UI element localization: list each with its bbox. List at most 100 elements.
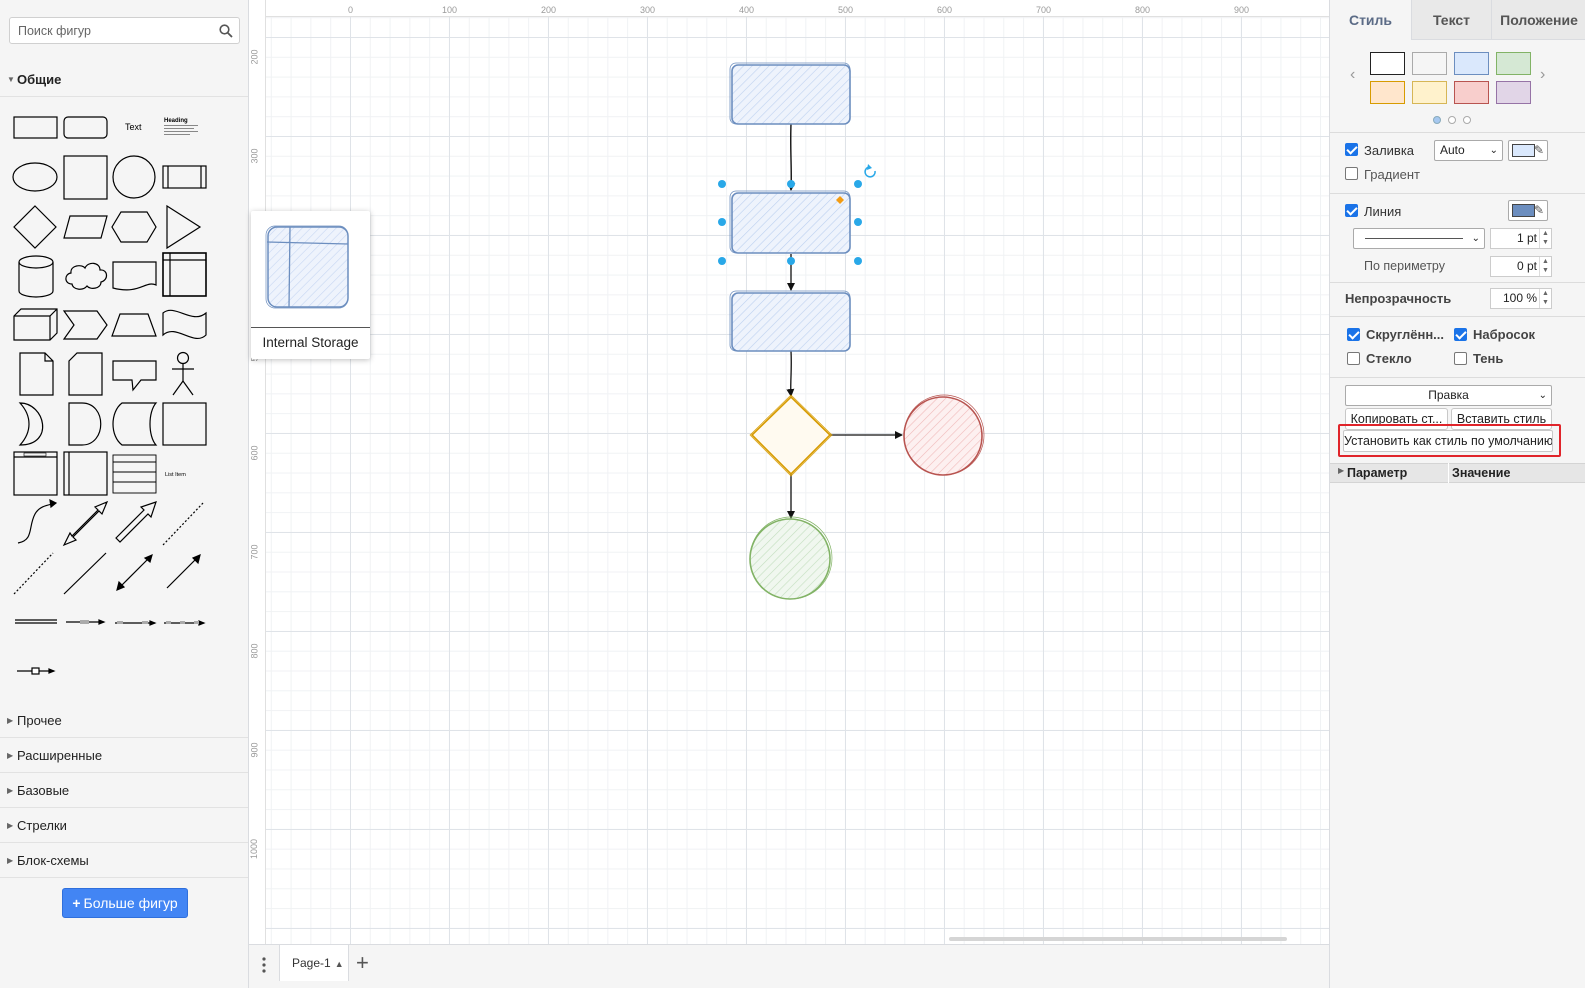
shape-delay[interactable] bbox=[68, 402, 102, 446]
section-basic[interactable]: ▶ Базовые bbox=[0, 773, 248, 808]
line-checkbox[interactable] bbox=[1345, 204, 1358, 217]
chevron-left-icon[interactable]: ‹ bbox=[1350, 66, 1355, 84]
shape-container[interactable] bbox=[13, 451, 58, 496]
decision-diamond[interactable] bbox=[749, 394, 833, 477]
gradient-checkbox[interactable] bbox=[1345, 167, 1358, 180]
swatch-page-dot[interactable] bbox=[1448, 116, 1456, 124]
section-flowchart[interactable]: ▶ Блок-схемы bbox=[0, 843, 248, 878]
shape-bidirectional-connector[interactable] bbox=[116, 553, 153, 592]
shape-document[interactable] bbox=[112, 261, 157, 291]
eyedropper-icon[interactable]: ✎ bbox=[1534, 143, 1544, 157]
fill-checkbox[interactable] bbox=[1345, 143, 1358, 156]
swatch-page-dot[interactable] bbox=[1463, 116, 1471, 124]
shape-single-arrow[interactable] bbox=[115, 501, 157, 543]
line-width-input[interactable]: 1 pt ▲ ▼ bbox=[1490, 228, 1552, 249]
style-swatch-3[interactable] bbox=[1454, 52, 1489, 75]
shape-curved-arrow[interactable] bbox=[17, 502, 57, 544]
shape-search-box[interactable] bbox=[9, 17, 240, 44]
line-color-picker[interactable]: ✎ bbox=[1508, 200, 1548, 221]
page-tab[interactable]: Page-1 ▲ bbox=[279, 945, 349, 981]
spinner-arrows-icon[interactable]: ▲ ▼ bbox=[1539, 257, 1551, 276]
fill-color-picker[interactable]: ✎ bbox=[1508, 140, 1548, 161]
tab-text[interactable]: Текст bbox=[1411, 0, 1491, 40]
section-arrows[interactable]: ▶ Стрелки bbox=[0, 808, 248, 843]
shape-data-storage[interactable] bbox=[112, 402, 158, 446]
horizontal-scrollbar[interactable] bbox=[949, 937, 1287, 941]
section-general[interactable]: ▼ Общие bbox=[0, 62, 248, 97]
shape-cylinder[interactable] bbox=[18, 255, 54, 298]
swatch-page-dot-active[interactable] bbox=[1433, 116, 1441, 124]
fill-mode-select[interactable]: Auto ⌄ bbox=[1434, 140, 1503, 161]
spinner-arrows-icon[interactable]: ▲ ▼ bbox=[1539, 289, 1551, 308]
shape-callout[interactable] bbox=[112, 360, 157, 392]
shape-search-input[interactable] bbox=[10, 18, 210, 43]
shape-list-item[interactable]: List Item bbox=[165, 472, 186, 478]
tab-style[interactable]: Стиль bbox=[1330, 0, 1411, 40]
spinner-arrows-icon[interactable]: ▲ ▼ bbox=[1539, 229, 1551, 248]
shape-text[interactable]: Text bbox=[125, 122, 142, 132]
style-swatch-7[interactable] bbox=[1454, 81, 1489, 104]
style-swatch-6[interactable] bbox=[1412, 81, 1447, 104]
style-swatch-4[interactable] bbox=[1496, 52, 1531, 75]
perimeter-input[interactable]: 0 pt ▲ ▼ bbox=[1490, 256, 1552, 277]
shape-circle[interactable] bbox=[112, 155, 156, 199]
shape-square[interactable] bbox=[63, 155, 108, 200]
shape-triangle[interactable] bbox=[166, 204, 202, 250]
shape-rectangle[interactable] bbox=[13, 116, 58, 139]
shape-line[interactable] bbox=[63, 552, 107, 595]
search-icon[interactable] bbox=[219, 24, 233, 38]
shape-connector-label[interactable] bbox=[66, 619, 106, 625]
shape-list[interactable] bbox=[112, 454, 157, 494]
shape-hexagon[interactable] bbox=[111, 211, 157, 243]
shape-trapezoid[interactable] bbox=[111, 313, 157, 337]
shape-directional-connector[interactable] bbox=[166, 553, 201, 589]
section-advanced[interactable]: ▶ Расширенные bbox=[0, 738, 248, 773]
section-misc[interactable]: ▶ Прочее bbox=[0, 703, 248, 738]
expand-triangle-icon[interactable]: ▶ bbox=[1338, 466, 1344, 475]
diagram-canvas[interactable]: 0 100 200 300 400 500 600 700 800 900 20… bbox=[249, 0, 1329, 944]
rotate-handle-icon[interactable] bbox=[864, 164, 876, 178]
process-box-1[interactable] bbox=[729, 62, 851, 125]
shape-diamond[interactable] bbox=[13, 205, 57, 249]
green-circle[interactable] bbox=[749, 516, 833, 600]
edge-3-decision[interactable] bbox=[786, 350, 795, 397]
style-swatch-1[interactable] bbox=[1370, 52, 1405, 75]
shape-or[interactable] bbox=[18, 402, 44, 446]
shape-dashed-line[interactable] bbox=[162, 501, 205, 546]
shape-note[interactable] bbox=[19, 352, 54, 396]
shape-parallelogram[interactable] bbox=[63, 215, 108, 239]
style-swatch-2[interactable] bbox=[1412, 52, 1447, 75]
shape-process[interactable] bbox=[162, 165, 207, 189]
shape-ellipse[interactable] bbox=[12, 162, 58, 192]
shape-double-arrow[interactable] bbox=[62, 500, 109, 547]
chevron-right-icon[interactable]: › bbox=[1540, 66, 1545, 84]
shape-link[interactable] bbox=[15, 619, 57, 624]
shape-swimlane[interactable] bbox=[63, 451, 108, 496]
process-box-3[interactable] bbox=[729, 290, 851, 352]
shape-cloud[interactable] bbox=[65, 262, 108, 290]
more-shapes-button[interactable]: + Больше фигур bbox=[62, 888, 188, 918]
tab-arrange[interactable]: Положение bbox=[1491, 0, 1585, 40]
shape-step[interactable] bbox=[62, 310, 108, 340]
shape-actor[interactable] bbox=[172, 351, 194, 396]
eyedropper-icon[interactable]: ✎ bbox=[1534, 203, 1544, 217]
shape-connector-with-symbol[interactable] bbox=[17, 667, 56, 675]
shape-tape[interactable] bbox=[162, 309, 207, 340]
shape-textbox[interactable]: Heading bbox=[164, 118, 198, 135]
caret-up-icon[interactable]: ▲ bbox=[335, 959, 344, 969]
process-box-2-selected[interactable] bbox=[729, 190, 851, 254]
add-page-icon[interactable]: + bbox=[356, 952, 369, 974]
page-menu-icon[interactable] bbox=[258, 955, 270, 975]
shape-dotted-line[interactable] bbox=[13, 552, 54, 595]
line-pattern-select[interactable]: ⌄ bbox=[1353, 228, 1485, 249]
shape-rounded-rectangle[interactable] bbox=[63, 116, 108, 139]
shadow-checkbox[interactable] bbox=[1454, 352, 1467, 365]
opacity-input[interactable]: 100 % ▲ ▼ bbox=[1490, 288, 1552, 309]
shape-square-2[interactable] bbox=[162, 402, 207, 446]
style-swatch-8[interactable] bbox=[1496, 81, 1531, 104]
sketch-checkbox[interactable] bbox=[1454, 328, 1467, 341]
rounded-checkbox[interactable] bbox=[1347, 328, 1360, 341]
shape-connector-2-labels[interactable] bbox=[115, 620, 157, 626]
shape-internal-storage[interactable] bbox=[162, 252, 207, 297]
red-circle[interactable] bbox=[903, 394, 985, 476]
